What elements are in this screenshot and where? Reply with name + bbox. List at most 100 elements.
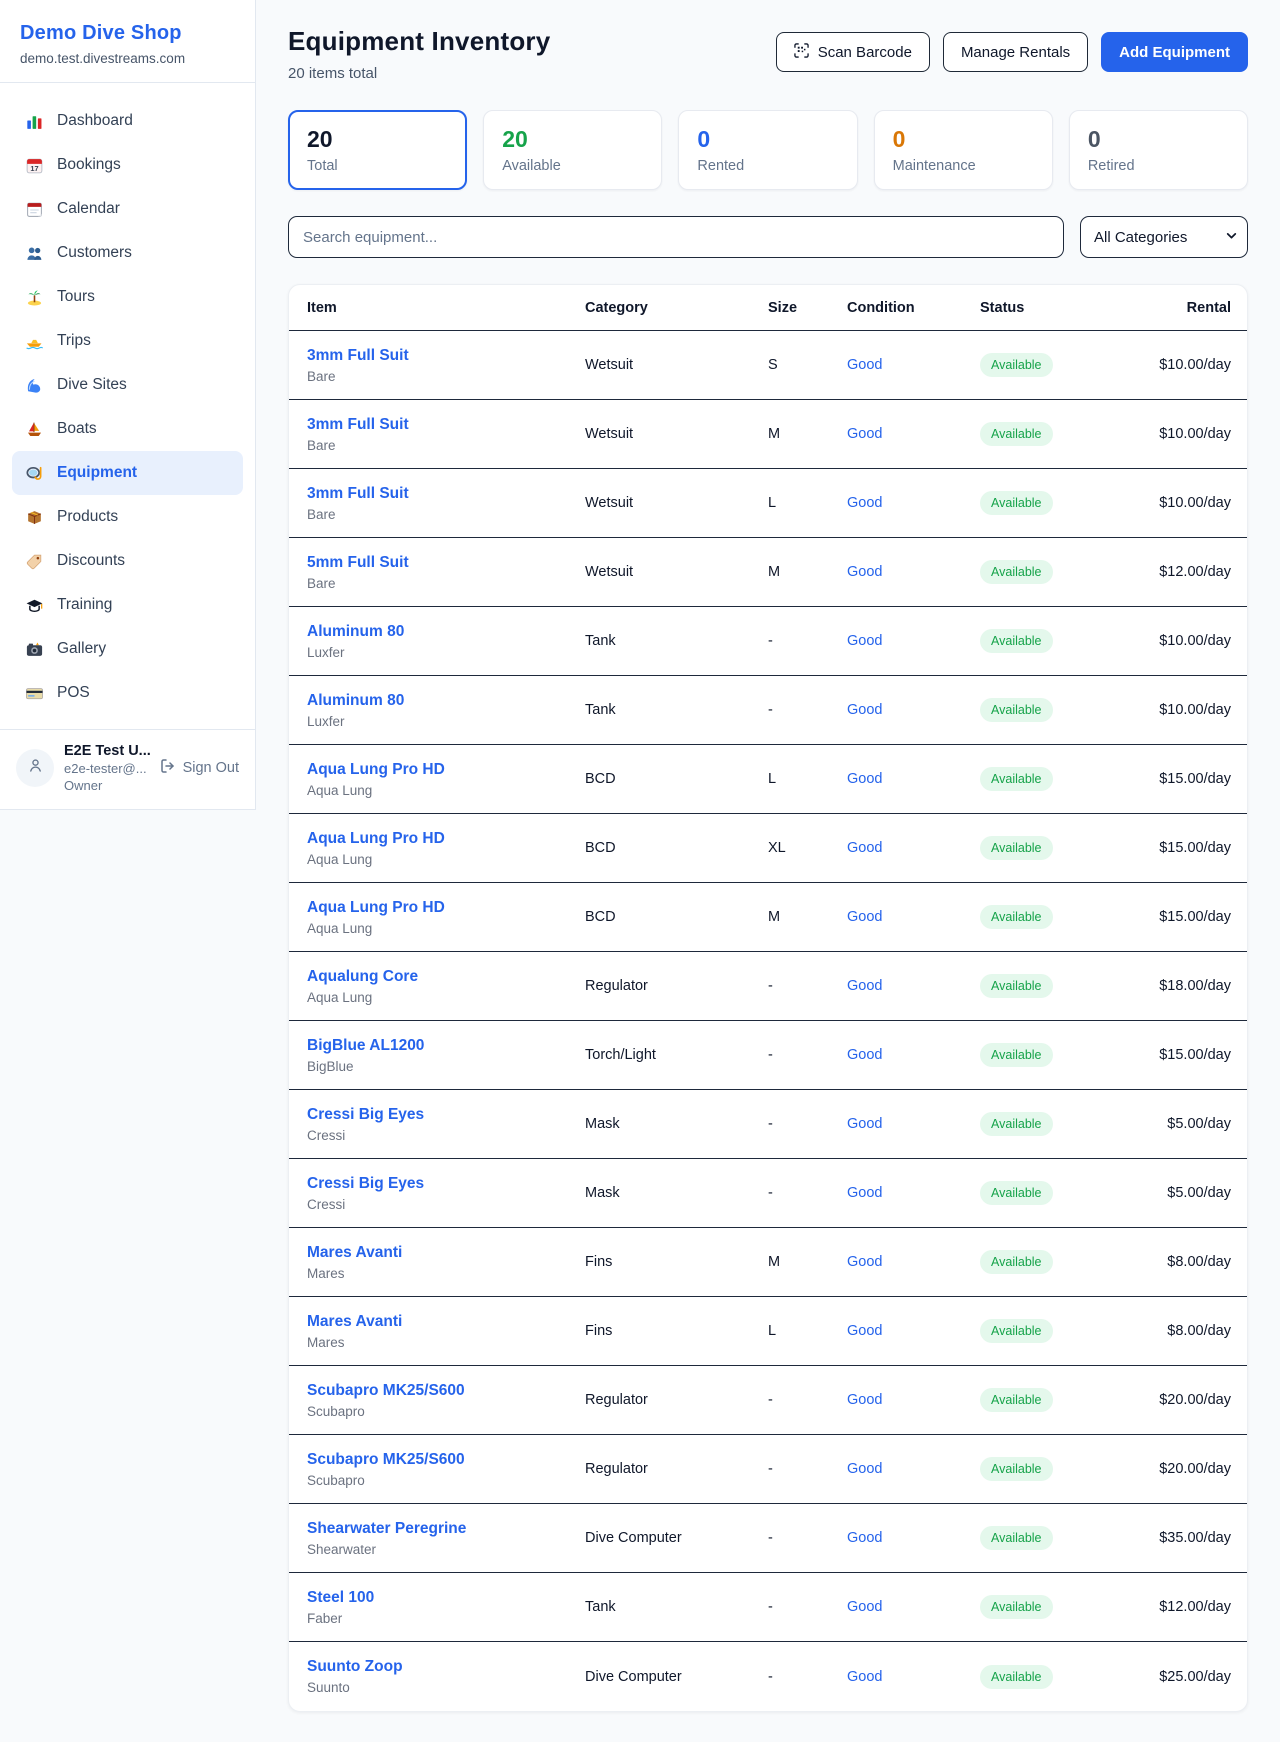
rental-cell: $20.00/day xyxy=(1130,1392,1231,1408)
add-equipment-button[interactable]: Add Equipment xyxy=(1101,32,1248,72)
item-name-link[interactable]: 3mm Full Suit xyxy=(307,485,585,503)
condition-link[interactable]: Good xyxy=(847,909,980,925)
stat-card-total[interactable]: 20Total xyxy=(288,110,467,190)
status-badge: Available xyxy=(980,1388,1053,1412)
sidebar: Demo Dive Shop demo.test.divestreams.com… xyxy=(0,0,256,810)
manage-rentals-button[interactable]: Manage Rentals xyxy=(943,32,1088,72)
sidebar-nav: Dashboard17BookingsCalendar Customers Tour… xyxy=(0,83,255,729)
item-name-link[interactable]: Mares Avanti xyxy=(307,1313,585,1331)
sidebar-item-equipment[interactable]: Equipment xyxy=(12,451,243,495)
sidebar-item-trips[interactable]: Trips xyxy=(12,319,243,363)
item-name-link[interactable]: Aluminum 80 xyxy=(307,692,585,710)
sidebar-item-dashboard[interactable]: Dashboard xyxy=(12,99,243,143)
category-cell: Tank xyxy=(585,702,768,718)
search-input[interactable] xyxy=(288,216,1064,258)
condition-link[interactable]: Good xyxy=(847,1392,980,1408)
size-cell: L xyxy=(768,1323,847,1339)
item-name-link[interactable]: Aqua Lung Pro HD xyxy=(307,830,585,848)
size-cell: - xyxy=(768,978,847,994)
status-cell: Available xyxy=(980,422,1130,446)
status-cell: Available xyxy=(980,1112,1130,1136)
item-name-link[interactable]: Scubapro MK25/S600 xyxy=(307,1382,585,1400)
item-name-link[interactable]: 5mm Full Suit xyxy=(307,554,585,572)
condition-link[interactable]: Good xyxy=(847,771,980,787)
scan-barcode-button[interactable]: Scan Barcode xyxy=(776,32,930,72)
sidebar-item-discounts[interactable]: Discounts xyxy=(12,539,243,583)
sidebar-item-gallery[interactable]: Gallery xyxy=(12,627,243,671)
condition-link[interactable]: Good xyxy=(847,357,980,373)
stat-label: Total xyxy=(307,158,448,174)
category-cell: Mask xyxy=(585,1116,768,1132)
stat-card-available[interactable]: 20Available xyxy=(483,110,662,190)
filters-row: All Categories xyxy=(288,216,1248,258)
sidebar-item-label: Training xyxy=(57,596,112,614)
item-brand: Luxfer xyxy=(307,645,585,660)
sidebar-item-tours[interactable]: Tours xyxy=(12,275,243,319)
stat-label: Retired xyxy=(1088,158,1229,174)
condition-link[interactable]: Good xyxy=(847,1254,980,1270)
sidebar-item-calendar[interactable]: Calendar xyxy=(12,187,243,231)
condition-link[interactable]: Good xyxy=(847,426,980,442)
item-cell: Mares AvantiMares xyxy=(307,1313,585,1350)
stat-card-rented[interactable]: 0Rented xyxy=(678,110,857,190)
size-cell: - xyxy=(768,1392,847,1408)
avatar xyxy=(16,749,54,787)
item-name-link[interactable]: Aqualung Core xyxy=(307,968,585,986)
brand-name[interactable]: Demo Dive Shop xyxy=(20,22,235,45)
condition-link[interactable]: Good xyxy=(847,1599,980,1615)
condition-link[interactable]: Good xyxy=(847,1116,980,1132)
category-cell: Wetsuit xyxy=(585,426,768,442)
sidebar-item-dive-sites[interactable]: Dive Sites xyxy=(12,363,243,407)
sidebar-item-products[interactable]: Products xyxy=(12,495,243,539)
sidebar-item-customers[interactable]: Customers xyxy=(12,231,243,275)
size-cell: M xyxy=(768,426,847,442)
item-name-link[interactable]: Aqua Lung Pro HD xyxy=(307,761,585,779)
item-name-link[interactable]: Mares Avanti xyxy=(307,1244,585,1262)
condition-link[interactable]: Good xyxy=(847,1530,980,1546)
category-select[interactable]: All Categories xyxy=(1080,216,1248,258)
sidebar-item-label: Customers xyxy=(57,244,132,262)
sidebar-item-pos[interactable]: POS xyxy=(12,671,243,715)
condition-link[interactable]: Good xyxy=(847,702,980,718)
condition-link[interactable]: Good xyxy=(847,1047,980,1063)
status-badge: Available xyxy=(980,491,1053,515)
condition-link[interactable]: Good xyxy=(847,978,980,994)
item-name-link[interactable]: Aluminum 80 xyxy=(307,623,585,641)
condition-link[interactable]: Good xyxy=(847,1669,980,1685)
condition-link[interactable]: Good xyxy=(847,1323,980,1339)
item-name-link[interactable]: Cressi Big Eyes xyxy=(307,1106,585,1124)
stat-card-maintenance[interactable]: 0Maintenance xyxy=(874,110,1053,190)
sign-out-button[interactable]: Sign Out xyxy=(160,758,239,778)
item-name-link[interactable]: Shearwater Peregrine xyxy=(307,1520,585,1538)
condition-link[interactable]: Good xyxy=(847,495,980,511)
condition-link[interactable]: Good xyxy=(847,633,980,649)
item-brand: Aqua Lung xyxy=(307,990,585,1005)
header-actions: Scan Barcode Manage Rentals Add Equipmen… xyxy=(776,26,1248,72)
item-name-link[interactable]: BigBlue AL1200 xyxy=(307,1037,585,1055)
stats-row: 20Total20Available0Rented0Maintenance 0 Re… xyxy=(288,110,1248,190)
item-name-link[interactable]: Cressi Big Eyes xyxy=(307,1175,585,1193)
condition-link[interactable]: Good xyxy=(847,1185,980,1201)
column-header-size: Size xyxy=(768,300,847,316)
item-name-link[interactable]: Suunto Zoop xyxy=(307,1658,585,1676)
condition-link[interactable]: Good xyxy=(847,840,980,856)
stat-card-retired[interactable]: 0 Retired xyxy=(1069,110,1248,190)
size-cell: L xyxy=(768,771,847,787)
item-name-link[interactable]: Steel 100 xyxy=(307,1589,585,1607)
credit-card-icon xyxy=(24,683,44,703)
item-name-link[interactable]: Scubapro MK25/S600 xyxy=(307,1451,585,1469)
sidebar-item-training[interactable]: Training xyxy=(12,583,243,627)
status-cell: Available xyxy=(980,1250,1130,1274)
category-cell: Tank xyxy=(585,633,768,649)
item-name-link[interactable]: Aqua Lung Pro HD xyxy=(307,899,585,917)
item-name-link[interactable]: 3mm Full Suit xyxy=(307,347,585,365)
sidebar-item-label: Tours xyxy=(57,288,95,306)
item-name-link[interactable]: 3mm Full Suit xyxy=(307,416,585,434)
rental-cell: $18.00/day xyxy=(1130,978,1231,994)
stat-value: 0 xyxy=(1088,126,1229,153)
sidebar-item-boats[interactable]: Boats xyxy=(12,407,243,451)
status-cell: Available xyxy=(980,1665,1130,1689)
condition-link[interactable]: Good xyxy=(847,564,980,580)
sidebar-item-bookings[interactable]: 17Bookings xyxy=(12,143,243,187)
condition-link[interactable]: Good xyxy=(847,1461,980,1477)
